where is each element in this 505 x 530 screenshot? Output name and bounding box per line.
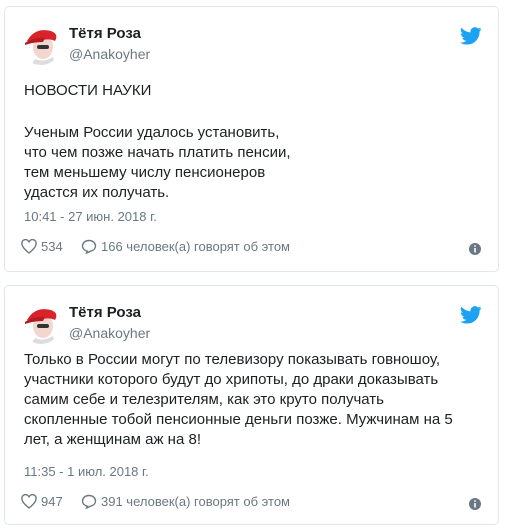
- tweet-card-1: Тётя Роза @Anakoyher НОВОСТИ НАУКИ Учены…: [4, 6, 499, 272]
- tweet-text: Ученым России удалось установить, что че…: [24, 124, 291, 201]
- replies-button[interactable]: 391 человек(а) говорят об этом: [81, 494, 290, 509]
- talking-count: 391 человек(а) говорят об этом: [101, 494, 290, 509]
- heart-icon: [21, 239, 37, 254]
- twitter-bird-icon[interactable]: [460, 27, 482, 45]
- author-handle[interactable]: @Anakoyher: [69, 325, 150, 341]
- author-name[interactable]: Тётя Роза: [69, 25, 141, 42]
- info-icon[interactable]: [468, 242, 482, 256]
- tweet-card-2: Тётя Роза @Anakoyher Только в России мог…: [4, 285, 499, 525]
- avatar[interactable]: [21, 25, 61, 65]
- tweet-timestamp[interactable]: 11:35 - 1 июл. 2018 г.: [24, 464, 149, 479]
- tweet-actions: 947 391 человек(а) говорят об этом: [21, 494, 482, 514]
- twitter-bird-icon[interactable]: [460, 306, 482, 324]
- avatar[interactable]: [21, 304, 61, 344]
- talking-count: 166 человек(а) говорят об этом: [101, 239, 290, 254]
- like-button[interactable]: 947: [21, 494, 63, 509]
- replies-button[interactable]: 166 человек(а) говорят об этом: [81, 239, 290, 254]
- tweet-timestamp[interactable]: 10:41 - 27 июн. 2018 г.: [24, 209, 157, 224]
- author-handle[interactable]: @Anakoyher: [69, 46, 150, 62]
- info-icon[interactable]: [468, 497, 482, 511]
- like-button[interactable]: 534: [21, 239, 63, 254]
- speech-bubble-icon: [81, 239, 97, 254]
- tweet-text: Только в России могут по телевизору пока…: [24, 351, 453, 448]
- author-name[interactable]: Тётя Роза: [69, 304, 141, 321]
- like-count: 534: [41, 239, 63, 254]
- like-count: 947: [41, 494, 63, 509]
- heart-icon: [21, 494, 37, 509]
- tweet-headline: НОВОСТИ НАУКИ: [24, 82, 152, 99]
- tweet-actions: 534 166 человек(а) говорят об этом: [21, 239, 482, 259]
- speech-bubble-icon: [81, 494, 97, 509]
